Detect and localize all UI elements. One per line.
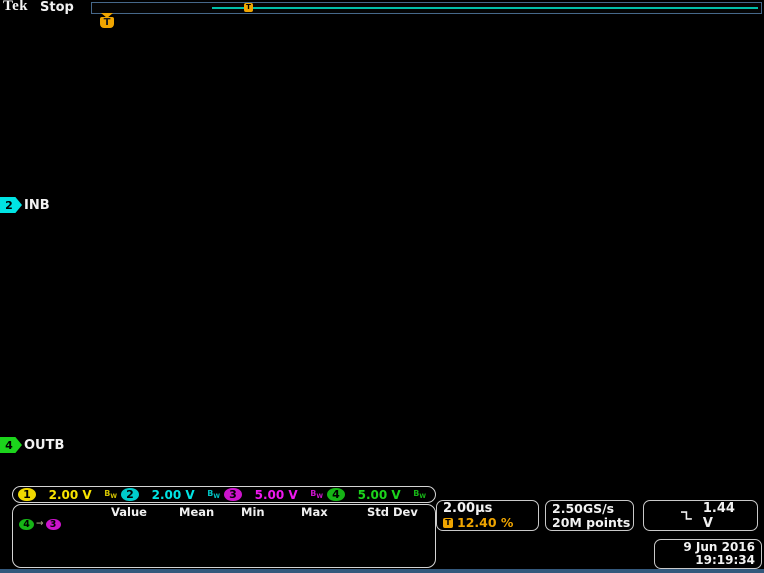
measurement-table: ValueMeanMinMaxStd Dev 4→3 [12, 504, 436, 568]
trigger-level: 1.44 V [703, 501, 749, 531]
channel-4-label: OUTB [24, 438, 64, 453]
record-trigger-marker[interactable]: T [244, 3, 253, 12]
arrow-icon: → [36, 520, 44, 529]
channel-1-readout-badge: 1 [18, 488, 36, 501]
record-view-bar[interactable]: T [91, 2, 762, 14]
datetime-box: 9 Jun 2016 19:19:34 [654, 539, 762, 569]
sample-rate: 2.50GS/s [552, 502, 627, 516]
oscilloscope-screen: Tek Stop T T 2INB4OUTB 12.00 VBW22.00 VB… [0, 0, 764, 573]
channel-3-badge: 3 [46, 519, 61, 530]
bandwidth-limit-icon: BW [207, 489, 220, 500]
meas-col-header: Mean [179, 505, 241, 519]
channel-4-readout[interactable]: 45.00 VBW [327, 488, 430, 502]
channel-2-readout-badge: 2 [121, 488, 139, 501]
channel-2-marker[interactable]: 2INB [0, 197, 50, 213]
horizontal-scale: 2.00µs [443, 502, 532, 516]
bandwidth-limit-icon: BW [310, 489, 323, 500]
bandwidth-limit-icon: BW [413, 489, 426, 500]
trigger-box[interactable]: 1 1.44 V [643, 500, 758, 531]
channel-2-scale: 2.00 V [139, 488, 207, 502]
meas-row-label[interactable]: 4→3 [19, 519, 111, 530]
channel-readout-bar: 12.00 VBW22.00 VBW35.00 VBW45.00 VBW [12, 486, 436, 503]
channel-3-readout[interactable]: 35.00 VBW [224, 488, 327, 502]
tek-logo: Tek [3, 0, 28, 15]
horizontal-settings-box[interactable]: 2.00µs T 12.40 % [436, 500, 539, 531]
trigger-position-icon: T [443, 518, 453, 528]
bottom-edge-strip [0, 569, 764, 573]
channel-1-readout[interactable]: 12.00 VBW [18, 488, 121, 502]
channel-4-badge: 4 [19, 519, 34, 530]
channel-3-readout-badge: 3 [224, 488, 242, 501]
channel-4-readout-badge: 4 [327, 488, 345, 501]
acquisition-status: Stop [40, 0, 74, 15]
channel-2-badge: 2 [0, 197, 22, 213]
meas-col-header: Min [241, 505, 301, 519]
trigger-position-percent: 12.40 % [457, 516, 513, 529]
channel-2-label: INB [24, 198, 50, 213]
channel-4-marker[interactable]: 4OUTB [0, 437, 64, 453]
meas-col-header: Value [111, 505, 179, 519]
meas-col-header: Std Dev [367, 505, 431, 519]
channel-4-scale: 5.00 V [345, 488, 413, 502]
trigger-flag-t-icon: T [100, 17, 114, 28]
trigger-source-badge: 1 [652, 509, 670, 522]
bandwidth-limit-icon: BW [104, 489, 117, 500]
trigger-position-flag[interactable]: T [99, 13, 115, 29]
channel-2-readout[interactable]: 22.00 VBW [121, 488, 224, 502]
falling-edge-icon [680, 510, 693, 521]
channel-3-scale: 5.00 V [242, 488, 310, 502]
channel-1-scale: 2.00 V [36, 488, 104, 502]
time-label: 19:19:34 [661, 554, 755, 567]
record-waveform-line [212, 7, 758, 9]
record-length: 20M points [552, 516, 627, 530]
meas-col-header: Max [301, 505, 367, 519]
channel-4-badge: 4 [0, 437, 22, 453]
acquisition-box[interactable]: 2.50GS/s 20M points [545, 500, 634, 531]
